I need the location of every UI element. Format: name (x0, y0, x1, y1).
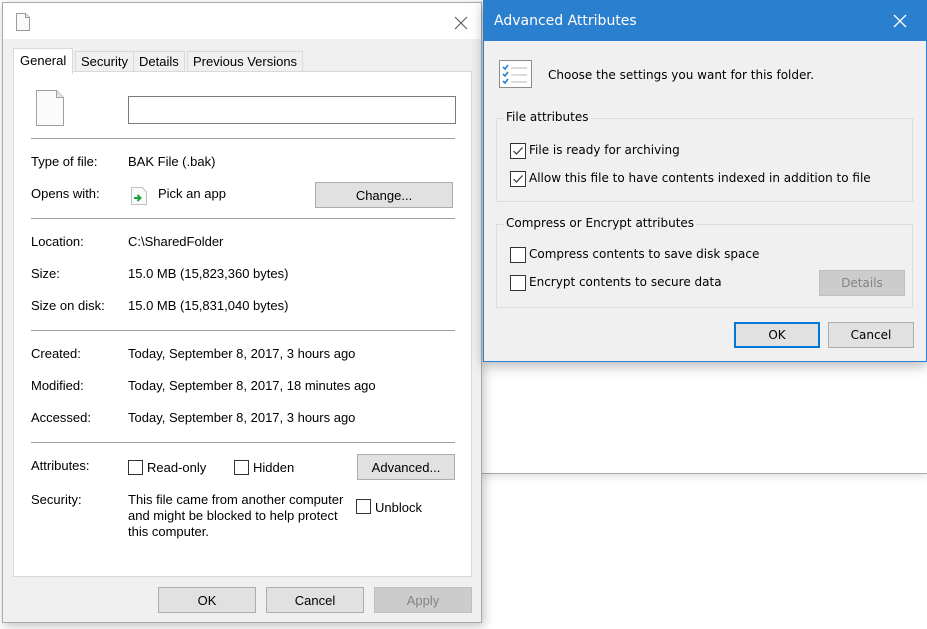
tab-general[interactable]: General (13, 48, 74, 74)
size-on-disk-label: Size on disk: (31, 298, 105, 313)
group-title: Compress or Encrypt attributes (504, 216, 697, 230)
archive-label[interactable]: File is ready for archiving (529, 143, 680, 157)
accessed-value: Today, September 8, 2017, 3 hours ago (128, 410, 356, 425)
close-icon (893, 14, 907, 28)
compress-checkbox[interactable] (510, 247, 526, 263)
read-only-label[interactable]: Read-only (147, 460, 206, 475)
ok-button[interactable]: OK (734, 322, 820, 348)
cancel-button[interactable]: Cancel (828, 322, 914, 348)
hidden-label[interactable]: Hidden (253, 460, 294, 475)
opens-with-value: Pick an app (158, 186, 226, 201)
close-button[interactable] (888, 9, 912, 33)
opens-with-label: Opens with: (31, 186, 100, 201)
group-title: File attributes (504, 110, 591, 124)
archive-checkbox[interactable] (510, 143, 526, 159)
hidden-checkbox[interactable] (234, 460, 249, 475)
type-of-file-value: BAK File (.bak) (128, 154, 216, 169)
tab-details[interactable]: Details (133, 51, 185, 71)
tab-security[interactable]: Security (75, 51, 134, 71)
created-value: Today, September 8, 2017, 3 hours ago (128, 346, 356, 361)
location-value: C:\SharedFolder (128, 234, 224, 249)
separator (31, 138, 455, 139)
title-bar (3, 3, 481, 39)
indexed-checkbox[interactable] (510, 171, 526, 187)
compress-label[interactable]: Compress contents to save disk space (529, 247, 759, 261)
security-message: This file came from another computer and… (128, 492, 344, 539)
security-label: Security: (31, 492, 82, 507)
compress-encrypt-group: Compress or Encrypt attributes Compress … (496, 216, 913, 308)
attributes-label: Attributes: (31, 458, 90, 473)
modified-value: Today, September 8, 2017, 18 minutes ago (128, 378, 376, 393)
advanced-button[interactable]: Advanced... (357, 454, 455, 480)
unblock-checkbox[interactable] (356, 499, 371, 514)
file-attributes-group: File attributes File is ready for archiv… (496, 110, 913, 202)
general-tab-panel: Type of file: BAK File (.bak) Opens with… (13, 71, 472, 577)
checklist-icon (499, 60, 532, 91)
advanced-attributes-dialog: Advanced Attributes Choose the settings … (483, 0, 927, 362)
file-name-input[interactable] (128, 96, 456, 124)
unblock-label[interactable]: Unblock (375, 500, 422, 515)
header-text: Choose the settings you want for this fo… (548, 68, 815, 82)
title-bar: Advanced Attributes (484, 1, 926, 41)
separator (31, 442, 455, 443)
encrypt-label[interactable]: Encrypt contents to secure data (529, 275, 722, 289)
size-on-disk-value: 15.0 MB (15,831,040 bytes) (128, 298, 289, 313)
ok-button[interactable]: OK (158, 587, 256, 613)
location-label: Location: (31, 234, 84, 249)
accessed-label: Accessed: (31, 410, 91, 425)
separator (31, 330, 455, 331)
file-type-icon (36, 90, 64, 129)
details-button[interactable]: Details (819, 270, 905, 296)
cancel-button[interactable]: Cancel (266, 587, 364, 613)
apply-button[interactable]: Apply (374, 587, 472, 613)
dialog-title: Advanced Attributes (494, 13, 637, 29)
created-label: Created: (31, 346, 81, 361)
encrypt-checkbox[interactable] (510, 275, 526, 291)
file-icon (16, 13, 30, 34)
indexed-label[interactable]: Allow this file to have contents indexed… (529, 171, 871, 185)
pick-app-icon (131, 187, 147, 208)
type-of-file-label: Type of file: (31, 154, 98, 169)
size-value: 15.0 MB (15,823,360 bytes) (128, 266, 289, 281)
change-button[interactable]: Change... (315, 182, 453, 208)
separator (31, 218, 455, 219)
close-button[interactable] (449, 11, 473, 35)
size-label: Size: (31, 266, 60, 281)
modified-label: Modified: (31, 378, 84, 393)
tab-previous-versions[interactable]: Previous Versions (187, 51, 304, 71)
file-properties-dialog: General Security Details Previous Versio… (2, 2, 482, 623)
read-only-checkbox[interactable] (128, 460, 143, 475)
close-icon (454, 16, 468, 30)
